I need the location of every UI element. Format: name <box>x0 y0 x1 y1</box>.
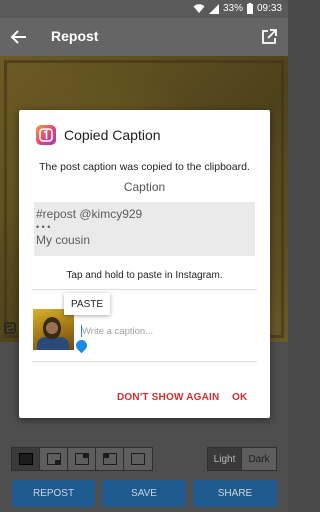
caption-label: Caption <box>123 180 166 194</box>
repost-watermark-icon <box>4 322 16 334</box>
status-icons: 33% 09:33 <box>193 3 282 14</box>
open-external-button[interactable] <box>259 27 279 47</box>
battery-icon <box>246 3 253 14</box>
clock: 09:33 <box>256 3 282 14</box>
signal-icon <box>208 3 219 14</box>
page-title: Repost <box>51 28 99 44</box>
caption-input-placeholder[interactable]: Write a caption... <box>82 326 153 337</box>
position-bottom-left-button[interactable] <box>12 448 40 470</box>
position-top-right-button[interactable] <box>68 448 96 470</box>
theme-light-button[interactable]: Light <box>208 448 242 470</box>
battery-percent: 33% <box>222 3 243 14</box>
position-bottom-right-button[interactable] <box>40 448 68 470</box>
ok-button[interactable]: OK <box>232 392 247 403</box>
caption-text-box[interactable]: #repost @kimcy929 • • • My cousin <box>34 202 255 256</box>
position-mark <box>83 453 89 458</box>
caption-line: My cousin <box>36 233 91 247</box>
app-bar: Repost <box>0 18 288 56</box>
paste-button[interactable]: PASTE <box>64 293 110 315</box>
dialog-message: The post caption was copied to the clipb… <box>39 161 250 173</box>
watermark-position-selector <box>11 447 153 471</box>
status-bar: 33% 09:33 <box>0 0 288 18</box>
repost-app-icon <box>36 125 56 145</box>
thumbnail-shape <box>46 322 58 334</box>
cursor-handle[interactable] <box>73 337 90 354</box>
position-top-left-button[interactable] <box>96 448 124 470</box>
position-none-button[interactable] <box>124 448 152 470</box>
back-button[interactable] <box>8 26 30 48</box>
arrow-back-icon <box>10 30 26 44</box>
theme-toggle: Light Dark <box>207 447 277 471</box>
dont-show-again-button[interactable]: DON'T SHOW AGAIN <box>117 392 219 403</box>
position-bottom-left-icon <box>19 453 33 465</box>
open-in-new-icon <box>262 29 277 44</box>
dialog-title: Copied Caption <box>64 127 161 143</box>
paste-hint: Tap and hold to paste in Instagram. <box>66 270 223 281</box>
copied-caption-dialog: Copied Caption The post caption was copi… <box>19 110 270 418</box>
save-button[interactable]: SAVE <box>102 480 186 507</box>
wifi-icon <box>193 3 205 13</box>
caption-line: • • • <box>36 222 51 232</box>
repost-button[interactable]: REPOST <box>12 480 95 507</box>
theme-dark-button[interactable]: Dark <box>242 448 276 470</box>
caption-line: #repost @kimcy929 <box>36 207 143 221</box>
position-mark <box>103 453 109 458</box>
instagram-preview: PASTE Write a caption... <box>32 289 257 362</box>
post-thumbnail <box>33 309 74 350</box>
share-button[interactable]: SHARE <box>193 480 277 507</box>
position-mark <box>55 460 61 465</box>
position-none-icon <box>131 453 145 465</box>
